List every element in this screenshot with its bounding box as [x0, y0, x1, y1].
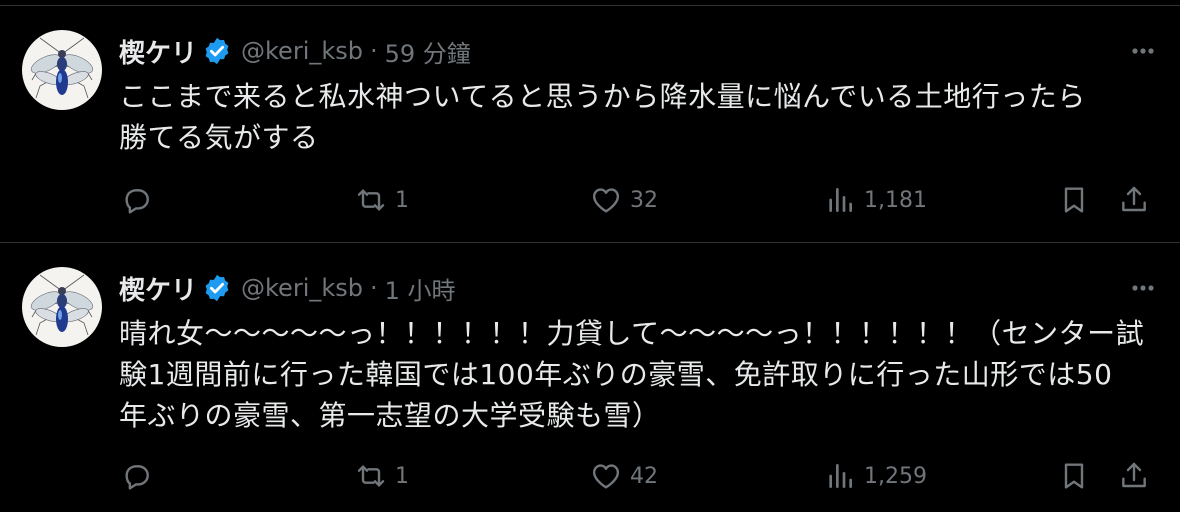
analytics-icon [829, 188, 852, 212]
tweet-text: ここまで来ると私水神ついてると思うから降水量に悩んでいる土地行ったら 勝てる気が… [119, 76, 1159, 158]
reply-icon [125, 189, 149, 214]
heart-icon [592, 188, 620, 213]
timestamp[interactable]: 59 分鐘 [385, 34, 471, 69]
bookmark-icon [1064, 463, 1084, 489]
tweet-header: 楔ケリ @keri_ksb · 1 小時 [119, 269, 456, 307]
tweet[interactable]: 楔ケリ @keri_ksb · 59 分鐘 ここまで来ると私水神ついてると思うか… [0, 6, 1180, 243]
reply-button[interactable] [120, 180, 152, 220]
separator-dot: · [370, 274, 378, 302]
action-bar: 1 42 1,259 [0, 456, 1180, 496]
retweet-button[interactable]: 1 [355, 180, 409, 220]
retweet-count: 1 [395, 187, 409, 213]
reply-icon [125, 465, 149, 490]
verified-badge-icon[interactable] [202, 273, 232, 303]
timestamp[interactable]: 1 小時 [385, 271, 456, 306]
user-handle[interactable]: @keri_ksb [241, 37, 363, 65]
tweet-text-line: 晴れ女〜〜〜〜〜っ！！！！！！力貸して〜〜〜〜っ！！！！！！（センター試 [119, 317, 1145, 350]
bookmark-button[interactable] [1058, 456, 1090, 496]
retweet-icon [357, 465, 385, 487]
display-name[interactable]: 楔ケリ [119, 270, 197, 307]
like-count: 42 [630, 463, 658, 489]
bookmark-button[interactable] [1058, 180, 1090, 220]
like-count: 32 [630, 187, 658, 213]
views-count: 1,259 [864, 463, 927, 489]
insect-illustration [30, 274, 94, 336]
like-button[interactable]: 42 [590, 456, 658, 496]
share-icon [1122, 462, 1146, 488]
views-button[interactable]: 1,259 [824, 456, 927, 496]
tweet-text: 晴れ女〜〜〜〜〜っ！！！！！！力貸して〜〜〜〜っ！！！！！！（センター試 験1週… [119, 313, 1159, 436]
retweet-count: 1 [395, 463, 409, 489]
avatar[interactable] [22, 30, 102, 110]
like-button[interactable]: 32 [590, 180, 658, 220]
share-icon [1122, 186, 1146, 212]
more-icon[interactable] [1126, 273, 1160, 303]
tweet-text-line: 勝てる気がする [119, 121, 319, 154]
views-button[interactable]: 1,181 [824, 180, 927, 220]
analytics-icon [829, 464, 852, 488]
share-button[interactable] [1118, 180, 1150, 220]
tweet-text-line: 年ぶりの豪雪、第一志望の大学受験も雪） [119, 399, 661, 432]
more-icon[interactable] [1126, 36, 1160, 66]
retweet-button[interactable]: 1 [355, 456, 409, 496]
bookmark-icon [1064, 187, 1084, 213]
retweet-icon [357, 189, 385, 211]
views-count: 1,181 [864, 187, 927, 213]
tweet-text-line: 験1週間前に行った韓国では100年ぶりの豪雪、免許取りに行った山形では50 [119, 358, 1113, 391]
insect-illustration [30, 37, 94, 99]
tweet-header: 楔ケリ @keri_ksb · 59 分鐘 [119, 32, 471, 70]
separator-dot: · [370, 37, 378, 65]
share-button[interactable] [1118, 456, 1150, 496]
tweet[interactable]: 楔ケリ @keri_ksb · 1 小時 晴れ女〜〜〜〜〜っ！！！！！！力貸して… [0, 243, 1180, 512]
tweet-text-line: ここまで来ると私水神ついてると思うから降水量に悩んでいる土地行ったら [119, 80, 1086, 113]
action-bar: 1 32 1,181 [0, 180, 1180, 220]
reply-button[interactable] [120, 456, 152, 496]
user-handle[interactable]: @keri_ksb [241, 274, 363, 302]
verified-badge-icon[interactable] [202, 36, 232, 66]
avatar[interactable] [22, 267, 102, 347]
heart-icon [592, 464, 620, 489]
display-name[interactable]: 楔ケリ [119, 33, 197, 70]
